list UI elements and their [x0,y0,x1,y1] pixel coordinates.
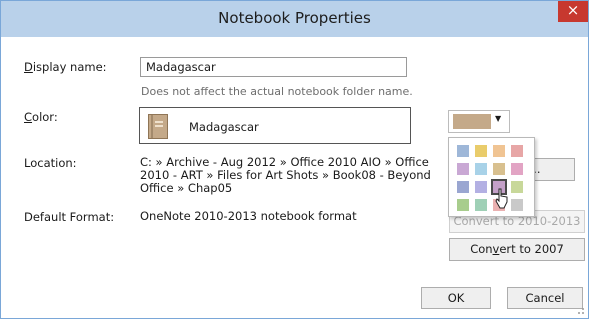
color-swatch[interactable] [475,163,487,175]
location-label: Location: [24,156,77,170]
window-title: Notebook Properties [218,9,371,27]
color-swatch[interactable] [475,199,487,211]
color-swatch[interactable] [457,199,469,211]
color-label: Color: [24,110,58,124]
cancel-button[interactable]: Cancel [507,287,583,309]
chevron-down-icon: ▼ [495,114,502,123]
color-swatch[interactable] [457,181,469,193]
resize-grip-icon[interactable] [575,305,585,315]
display-name-hint: Does not affect the actual notebook fold… [141,85,413,98]
location-line-3: Office » Chap05 [140,181,233,195]
color-swatch[interactable] [493,163,505,175]
ok-button[interactable]: OK [421,287,491,309]
location-value: C: » Archive - Aug 2012 » Office 2010 AI… [140,156,431,195]
color-palette [448,137,535,217]
color-swatch[interactable] [511,181,523,193]
color-swatch[interactable] [475,181,487,193]
color-swatch[interactable] [457,145,469,157]
color-swatch[interactable] [511,199,523,211]
default-format-label: Default Format: [24,210,115,224]
mouse-pointer-icon [495,188,508,209]
selected-color-swatch [453,114,491,129]
color-notebook-name: Madagascar [189,120,259,134]
close-button[interactable]: × [558,1,588,22]
color-swatch[interactable] [475,145,487,157]
display-name-label: Display name: [24,60,107,74]
notebook-color-preview: Madagascar [139,107,411,144]
color-swatch[interactable] [493,145,505,157]
display-name-field[interactable]: Madagascar [140,57,407,77]
color-dropdown[interactable]: ▼ [448,110,510,133]
default-format-value: OneNote 2010-2013 notebook format [140,209,357,223]
notebook-properties-dialog: Notebook Properties × Display name: Mada… [0,0,589,319]
color-swatch[interactable] [457,163,469,175]
convert-to-2007-button[interactable]: Convert to 2007 [449,238,585,261]
color-swatch[interactable] [511,145,523,157]
title-bar: Notebook Properties × [1,1,588,37]
notebook-icon [148,114,168,139]
color-swatch[interactable] [511,163,523,175]
